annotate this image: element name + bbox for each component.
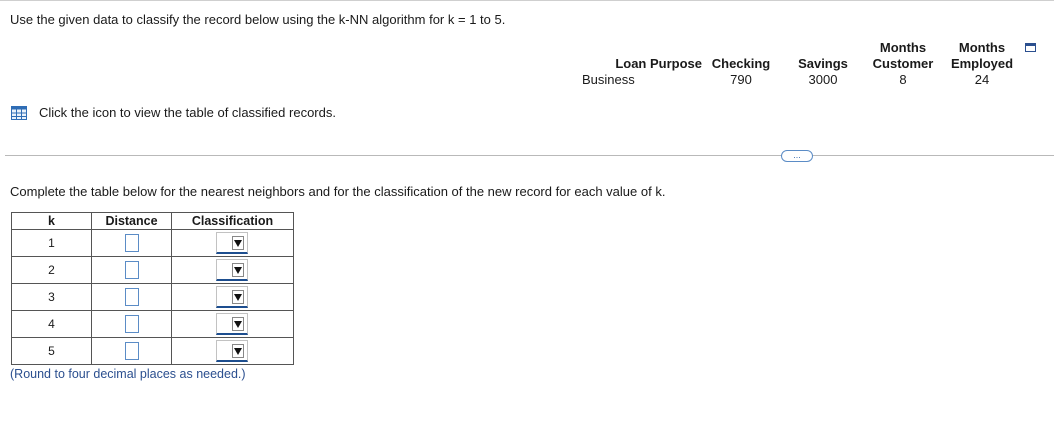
distance-input[interactable]	[124, 234, 139, 252]
distance-cell	[91, 229, 172, 257]
row-k-value: 5	[11, 337, 92, 365]
rounding-note: (Round to four decimal places as needed.…	[10, 367, 246, 381]
savings-value: 3000	[808, 72, 838, 87]
classification-cell	[171, 337, 294, 365]
distance-input[interactable]	[124, 342, 139, 360]
dropdown-arrow-icon[interactable]	[232, 344, 244, 358]
distance-cell	[91, 310, 172, 338]
months-customer-header-1: Months	[879, 40, 927, 55]
distance-input[interactable]	[124, 315, 139, 333]
row-k-value: 4	[11, 310, 92, 338]
months-employed-header-1: Months	[958, 40, 1006, 55]
record-col-loan-purpose: Loan Purpose Business	[582, 40, 702, 88]
row-k-value: 1	[11, 229, 92, 257]
checking-header: Checking	[711, 56, 771, 71]
classification-cell	[171, 229, 294, 257]
classification-cell	[171, 256, 294, 284]
table-grid-icon[interactable]	[11, 105, 27, 120]
header-distance: Distance	[91, 212, 172, 230]
dropdown-arrow-icon[interactable]	[232, 290, 244, 304]
table-row: 1	[11, 229, 294, 257]
classification-select[interactable]	[216, 286, 248, 308]
top-border	[0, 0, 1054, 1]
months-customer-value: 8	[899, 72, 907, 87]
table-row: 5	[11, 337, 294, 365]
record-col-months-customer: Months Customer 8	[868, 40, 938, 88]
dropdown-arrow-icon[interactable]	[232, 317, 244, 331]
classification-select[interactable]	[216, 259, 248, 281]
view-table-link[interactable]: Click the icon to view the table of clas…	[11, 105, 336, 120]
distance-cell	[91, 256, 172, 284]
dropdown-arrow-icon[interactable]	[232, 236, 244, 250]
question-text: Use the given data to classify the recor…	[10, 12, 506, 27]
record-col-checking: Checking 790	[708, 40, 774, 88]
answer-table: k Distance Classification 1 2 3 4 5	[11, 212, 294, 365]
distance-cell	[91, 283, 172, 311]
row-k-value: 3	[11, 283, 92, 311]
section-divider	[5, 155, 1054, 156]
classification-select[interactable]	[216, 340, 248, 362]
copy-icon[interactable]	[1025, 43, 1036, 52]
row-k-value: 2	[11, 256, 92, 284]
loan-purpose-header: Loan Purpose	[615, 56, 702, 71]
months-customer-header-2: Customer	[872, 56, 934, 71]
checking-value: 790	[730, 72, 752, 87]
months-employed-header-2: Employed	[950, 56, 1014, 71]
savings-header: Savings	[798, 56, 848, 71]
distance-cell	[91, 337, 172, 365]
header-classification: Classification	[171, 212, 294, 230]
header-k: k	[11, 212, 92, 230]
table-row: 4	[11, 310, 294, 338]
answer-table-header-row: k Distance Classification	[11, 212, 294, 230]
table-row: 2	[11, 256, 294, 284]
instruction-text: Complete the table below for the nearest…	[10, 184, 666, 199]
table-row: 3	[11, 283, 294, 311]
loan-purpose-value: Business	[582, 72, 635, 87]
expand-more-button[interactable]: ...	[781, 150, 813, 162]
record-col-months-employed: Months Employed 24	[948, 40, 1016, 88]
classification-cell	[171, 283, 294, 311]
months-employed-value: 24	[974, 72, 990, 87]
classification-cell	[171, 310, 294, 338]
dropdown-arrow-icon[interactable]	[232, 263, 244, 277]
view-table-label: Click the icon to view the table of clas…	[39, 105, 336, 120]
distance-input[interactable]	[124, 288, 139, 306]
record-col-savings: Savings 3000	[792, 40, 854, 88]
classification-select[interactable]	[216, 232, 248, 254]
distance-input[interactable]	[124, 261, 139, 279]
classification-select[interactable]	[216, 313, 248, 335]
